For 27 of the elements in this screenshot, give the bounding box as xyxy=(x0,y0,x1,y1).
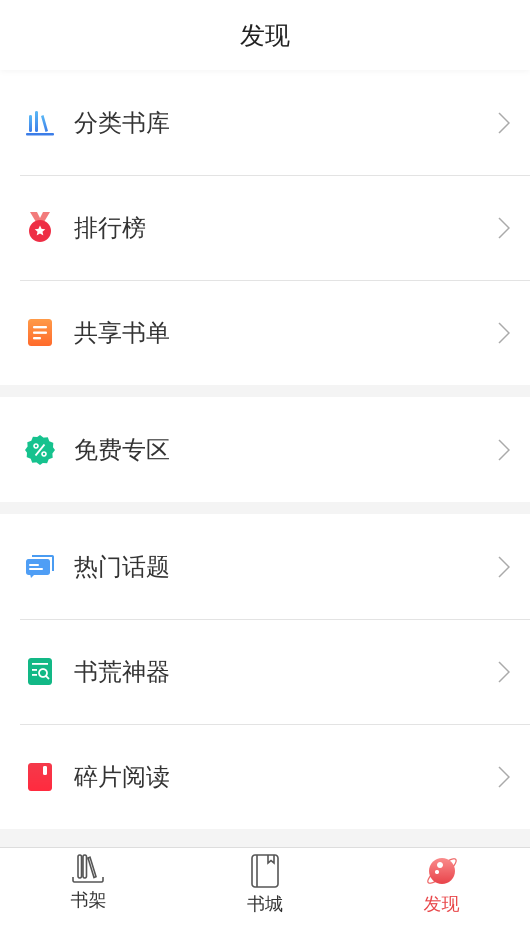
page-title: 发现 xyxy=(240,20,290,52)
book-icon xyxy=(251,854,279,888)
tab-item[interactable]: 发现 xyxy=(353,848,530,925)
chevron-icon xyxy=(498,660,510,682)
medal-icon xyxy=(27,212,53,244)
menu-label: 碎片阅读 xyxy=(74,762,171,792)
menu-label: 排行榜 xyxy=(74,212,147,244)
chevron-icon xyxy=(498,556,510,578)
document-icon xyxy=(27,318,53,346)
bookmark-book-icon xyxy=(27,762,53,790)
search-list-icon xyxy=(27,658,53,686)
chat-icon xyxy=(26,554,54,578)
tab-item[interactable]: 书城 xyxy=(176,848,354,925)
books-icon xyxy=(25,110,55,136)
menu-label: 共享书单 xyxy=(74,318,171,348)
menu-label: 免费专区 xyxy=(74,434,171,466)
tab-item[interactable]: 书架 xyxy=(0,848,177,925)
bookshelf-icon xyxy=(71,854,106,884)
chevron-icon xyxy=(498,438,510,460)
chevron-icon xyxy=(498,766,510,788)
chevron-icon xyxy=(498,112,510,134)
chevron-icon xyxy=(498,216,510,238)
menu-label: 书荒神器 xyxy=(74,656,171,688)
menu-label: 热门话题 xyxy=(74,552,171,582)
chevron-icon xyxy=(498,322,510,344)
percent-badge-icon xyxy=(25,434,55,464)
menu-label: 分类书库 xyxy=(74,108,171,138)
